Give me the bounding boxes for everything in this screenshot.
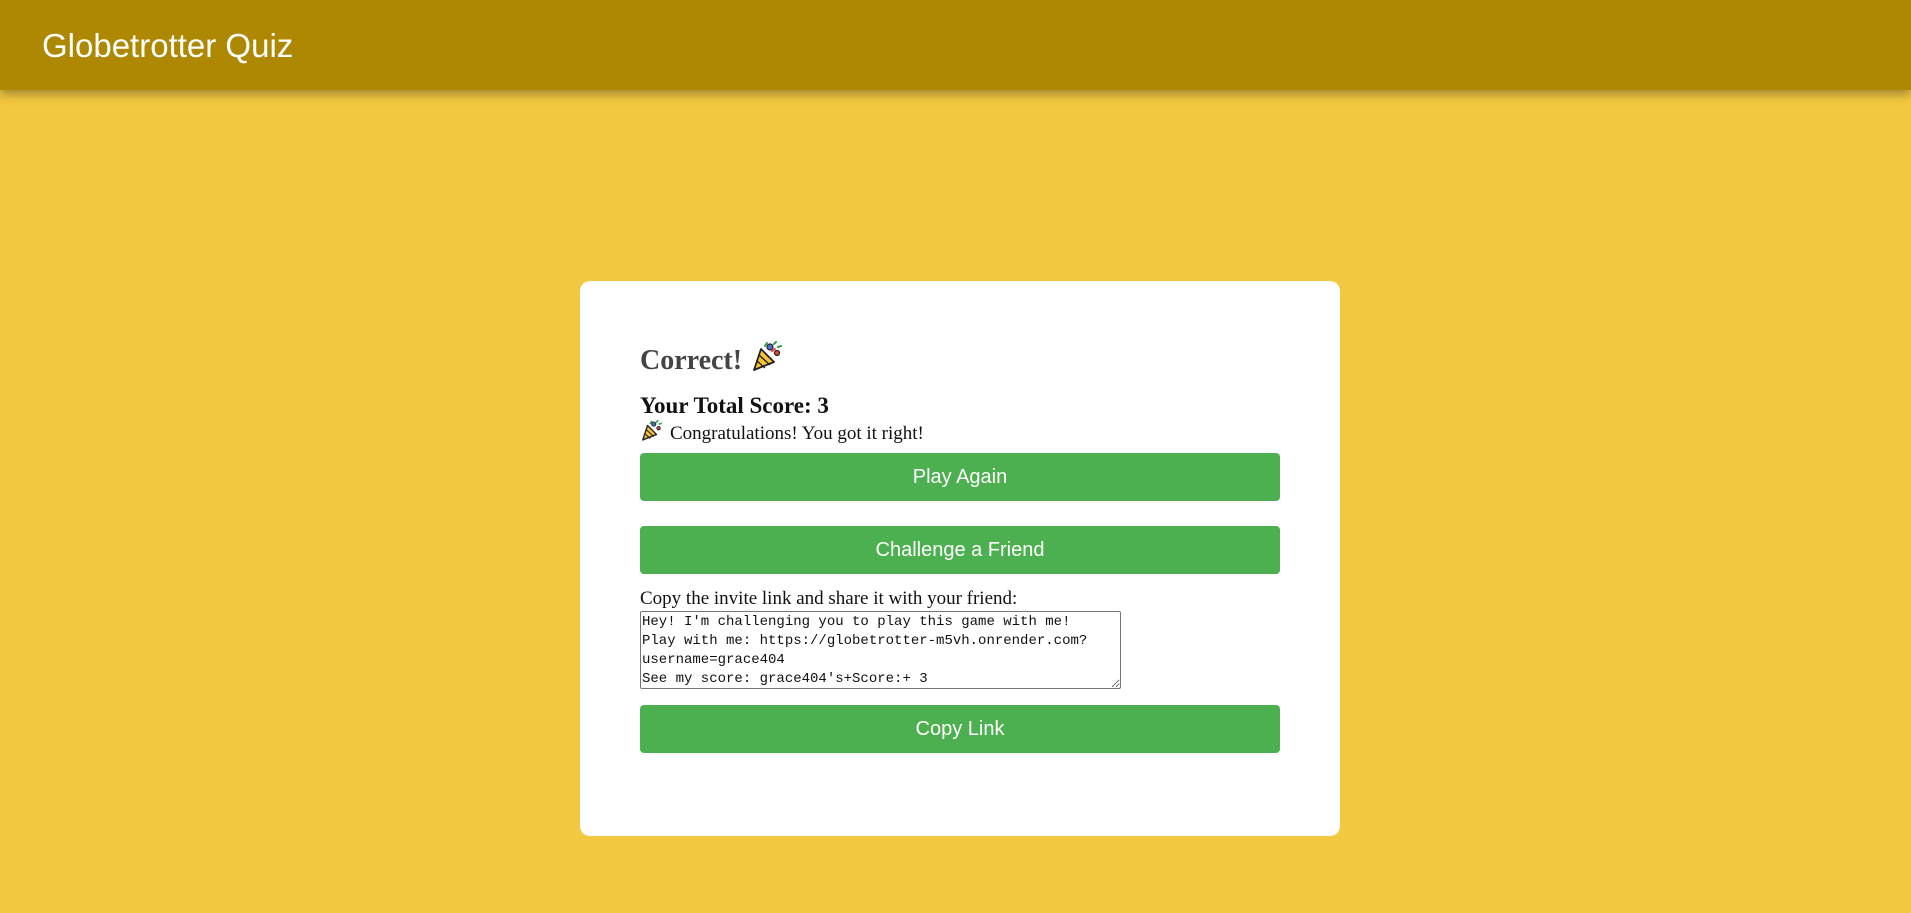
- result-card: Correct! Your Total Score: 3 Congratulat…: [580, 281, 1340, 836]
- congrats-text: Congratulations! You got it right!: [670, 423, 924, 444]
- party-popper-icon: [640, 419, 663, 449]
- party-popper-icon: [750, 341, 783, 381]
- challenge-friend-button[interactable]: Challenge a Friend: [640, 526, 1280, 574]
- invite-instructions: Copy the invite link and share it with y…: [640, 588, 1018, 609]
- app-title: Globetrotter Quiz: [42, 26, 294, 64]
- invite-message-textarea[interactable]: Hey! I'm challenging you to play this ga…: [640, 611, 1121, 689]
- result-heading-text: Correct!: [640, 345, 743, 376]
- result-heading: Correct!: [640, 341, 1280, 381]
- total-score: Your Total Score: 3: [640, 393, 829, 418]
- congrats-message: Congratulations! You got it right!: [640, 419, 1280, 449]
- copy-link-button[interactable]: Copy Link: [640, 705, 1280, 753]
- play-again-button[interactable]: Play Again: [640, 453, 1280, 501]
- app-bar: Globetrotter Quiz: [0, 0, 1911, 90]
